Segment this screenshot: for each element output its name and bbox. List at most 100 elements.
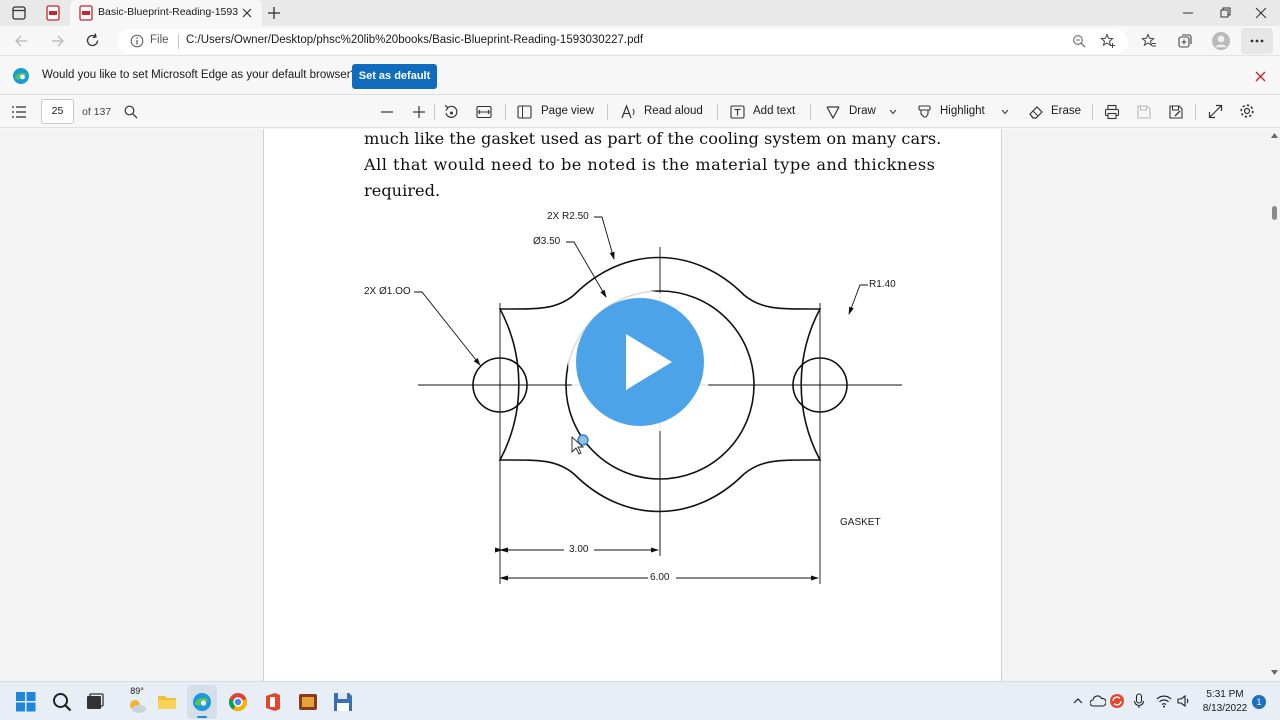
- floppy-save-app-icon[interactable]: [333, 692, 353, 712]
- highlight-icon: [918, 105, 931, 118]
- forward-icon[interactable]: [51, 34, 65, 48]
- close-infobar-icon[interactable]: [1255, 71, 1266, 82]
- add-text-icon: [730, 105, 745, 119]
- info-icon[interactable]: [130, 34, 144, 48]
- highlight-label: Highlight: [940, 105, 985, 117]
- volume-icon[interactable]: [1177, 694, 1191, 708]
- url-text[interactable]: C:/Users/Owner/Desktop/phsc%20lib%20book…: [186, 34, 643, 46]
- contents-icon[interactable]: [12, 106, 26, 118]
- rotate-icon[interactable]: [443, 104, 459, 120]
- erase-label: Erase: [1051, 105, 1082, 117]
- search-taskbar-icon[interactable]: [52, 692, 72, 712]
- settings-more-button[interactable]: [1241, 28, 1273, 54]
- edge-taskbar-button[interactable]: [187, 685, 217, 719]
- office-icon[interactable]: [263, 692, 283, 712]
- profile-avatar-icon[interactable]: [1211, 31, 1231, 51]
- print-icon[interactable]: [1104, 104, 1120, 120]
- microphone-icon[interactable]: [1133, 693, 1145, 709]
- read-aloud-icon: [621, 104, 635, 119]
- dim-600-label: 6.00: [650, 572, 670, 583]
- read-aloud-button[interactable]: Read aloud: [621, 96, 706, 128]
- dim-300-label: 3.00: [569, 544, 589, 555]
- fullscreen-icon[interactable]: [1208, 104, 1223, 119]
- play-button[interactable]: [568, 290, 712, 434]
- draw-icon: [826, 106, 840, 120]
- chevron-down-icon[interactable]: [889, 109, 897, 115]
- address-field[interactable]: File C:/Users/Owner/Desktop/phsc%20lib%2…: [118, 29, 1128, 54]
- refresh-icon[interactable]: [85, 33, 100, 48]
- tray-chevron-up-icon[interactable]: [1073, 697, 1083, 705]
- zoom-out-icon[interactable]: [380, 105, 394, 119]
- file-label: File: [150, 34, 169, 46]
- new-tab-icon[interactable]: [267, 6, 281, 20]
- edge-logo-icon: [13, 68, 29, 84]
- toolbar-separator: [810, 104, 811, 120]
- play-icon: [576, 298, 704, 426]
- add-favorite-icon[interactable]: [1100, 33, 1116, 49]
- close-window-icon[interactable]: [1255, 7, 1267, 19]
- fit-to-page-icon[interactable]: [476, 105, 492, 119]
- collections-icon[interactable]: [1177, 33, 1193, 49]
- draw-button[interactable]: Draw: [825, 96, 901, 128]
- title-bar: Basic-Blueprint-Reading-1593030227.pdf: [0, 0, 1280, 26]
- highlight-button[interactable]: Highlight: [917, 96, 1012, 128]
- erase-button[interactable]: Erase: [1028, 96, 1086, 128]
- chevron-down-icon[interactable]: [1001, 109, 1009, 115]
- scroll-up-icon[interactable]: [1271, 133, 1278, 138]
- minimize-icon[interactable]: [1182, 7, 1194, 19]
- tab-title: Basic-Blueprint-Reading-1593030227.pdf: [98, 6, 238, 18]
- recorder-app-icon[interactable]: [298, 692, 318, 712]
- address-separator: [178, 34, 179, 49]
- tab-actions-icon[interactable]: [12, 6, 26, 20]
- wifi-icon[interactable]: [1156, 694, 1172, 708]
- close-tab-icon[interactable]: [242, 8, 252, 18]
- save-icon[interactable]: [1136, 104, 1152, 120]
- onedrive-icon[interactable]: [1090, 694, 1106, 708]
- scroll-down-icon[interactable]: [1271, 670, 1278, 675]
- leader-2x-dia100: [414, 291, 481, 366]
- sync-app-icon[interactable]: [1109, 693, 1125, 709]
- taskbar: 89° 5:31 PM 8/13/2022 1: [0, 681, 1280, 720]
- toolbar-separator: [1092, 104, 1093, 120]
- toolbar-separator: [717, 104, 718, 120]
- address-bar: File C:/Users/Owner/Desktop/phsc%20lib%2…: [0, 26, 1280, 56]
- back-icon[interactable]: [14, 34, 28, 48]
- gear-icon[interactable]: [1239, 103, 1255, 119]
- default-browser-infobar: Would you like to set Microsoft Edge as …: [0, 57, 1280, 95]
- clock-date[interactable]: 8/13/2022: [1197, 703, 1253, 714]
- page-number-input[interactable]: 25: [41, 99, 74, 124]
- more-icon: [1250, 39, 1264, 43]
- save-as-icon[interactable]: [1168, 104, 1184, 120]
- toolbar-separator: [505, 104, 506, 120]
- tab-active[interactable]: Basic-Blueprint-Reading-1593030227.pdf: [70, 0, 262, 26]
- favorites-icon[interactable]: [1141, 33, 1157, 49]
- toolbar-separator: [434, 104, 435, 120]
- search-icon[interactable]: [124, 105, 138, 119]
- read-aloud-label: Read aloud: [644, 105, 703, 117]
- restore-icon[interactable]: [1219, 7, 1231, 19]
- notification-badge[interactable]: 1: [1252, 695, 1266, 709]
- mouse-cursor-icon: [571, 434, 589, 455]
- add-text-button[interactable]: Add text: [730, 96, 800, 128]
- pdf-icon: [79, 5, 93, 21]
- toolbar-separator: [1195, 104, 1196, 120]
- file-explorer-icon[interactable]: [157, 692, 177, 712]
- weather-temp: 89°: [130, 686, 144, 696]
- scrollbar[interactable]: [1268, 129, 1280, 681]
- page-view-label: Page view: [541, 105, 595, 117]
- windows-start-icon[interactable]: [16, 692, 36, 712]
- pdf-tab-icon[interactable]: [45, 5, 61, 21]
- pdf-viewer[interactable]: much like the gasket used as part of the…: [0, 129, 1280, 681]
- zoom-icon[interactable]: [1072, 34, 1086, 48]
- chrome-icon[interactable]: [228, 692, 248, 712]
- clock-time[interactable]: 5:31 PM: [1197, 689, 1253, 700]
- zoom-in-icon[interactable]: [412, 105, 426, 119]
- task-view-icon[interactable]: [86, 693, 104, 711]
- add-text-label: Add text: [753, 105, 796, 117]
- page-view-button[interactable]: Page view: [517, 96, 597, 128]
- leader-dia350: [566, 241, 607, 298]
- scroll-thumb[interactable]: [1272, 206, 1277, 220]
- set-as-default-button[interactable]: Set as default: [352, 64, 437, 89]
- leader-r140: [848, 284, 868, 315]
- weather-widget[interactable]: 89°: [122, 686, 152, 718]
